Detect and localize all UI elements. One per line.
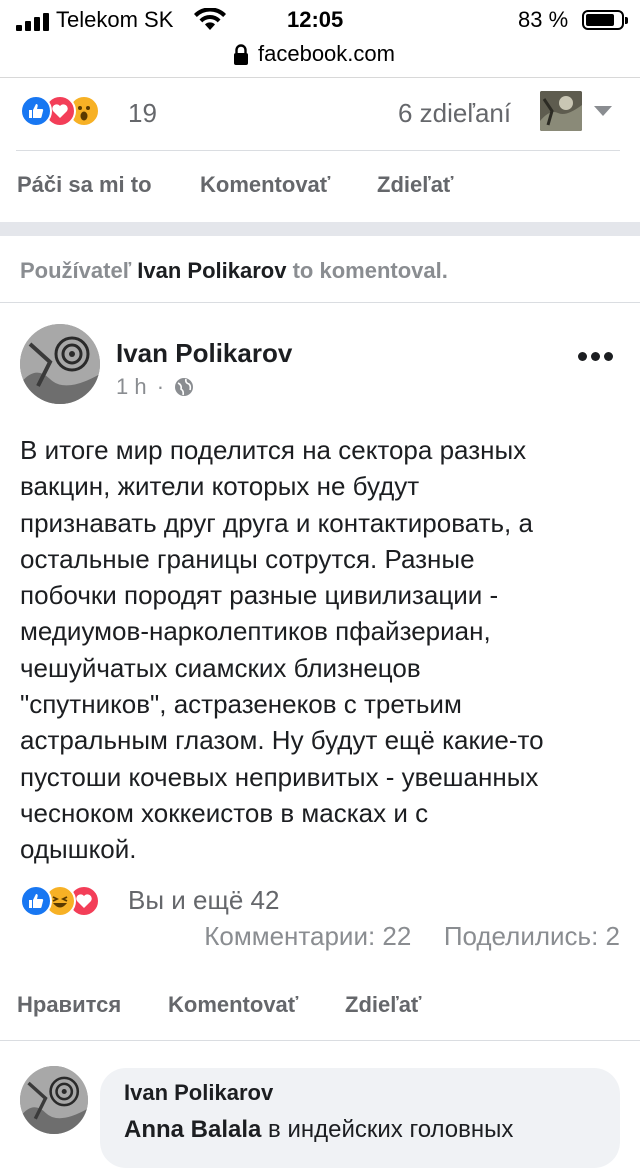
carrier-name: Telekom SK [56,7,174,32]
comment-body: в индейских головных [261,1116,514,1143]
wifi-icon [193,7,227,37]
avatar[interactable] [20,324,100,404]
reactions-summary[interactable]: Вы и ещё 42 [128,885,279,916]
post-line: "спутников", астразенеков с третьим [20,689,462,720]
divider [16,150,620,151]
like-reaction-icon [20,95,52,127]
post-stats: Комментарии: 22 Поделились: 2 [204,921,620,952]
post-line: астральным глазом. Ну будут ещё какие-то [20,725,544,756]
divider [0,302,640,303]
post-line: В итоге мир поделится на сектора разных [20,435,527,465]
post-line: чесноком хоккеистов в масках и с [20,797,429,828]
reaction-icons[interactable] [20,885,120,917]
profile-thumbnail[interactable] [540,91,582,131]
post-line: побочки породят разные цивилизации - [20,580,499,611]
activity-suffix: to komentoval. [292,258,448,283]
comment-text: Anna Balala в индейских головных [124,1116,513,1144]
comments-count[interactable]: Комментарии: 22 [204,921,411,951]
battery-percent: 83 % [518,7,569,32]
post-time[interactable]: 1 h [116,374,147,399]
like-button[interactable]: Páči sa mi to [17,172,152,198]
reaction-icons[interactable] [20,95,120,127]
like-reaction-icon [20,885,52,917]
comment-button[interactable]: Komentovať [168,992,298,1018]
comment-button[interactable]: Komentovať [200,172,330,198]
clock: 12:05 [287,7,344,32]
divider [0,1040,640,1041]
share-count[interactable]: 6 zdieľaní [398,98,511,129]
lock-icon [233,44,249,71]
signal-icon [16,13,50,31]
activity-prefix: Používateľ [20,258,132,283]
comment-avatar[interactable] [20,1066,88,1134]
shares-count[interactable]: Поделились: 2 [444,921,620,951]
activity-header: Používateľ Ivan Polikarov to komentoval. [20,258,448,284]
globe-icon [174,377,194,403]
share-button[interactable]: Zdieľať [377,172,453,198]
toolbar-divider [0,77,640,78]
post-line: чешуйчатых сиамских близнецов [20,652,421,683]
post-line: признавать друг друга и контактировать, … [20,507,533,538]
comment-author[interactable]: Ivan Polikarov [124,1080,273,1106]
post-meta: 1 h · [116,374,194,403]
chevron-down-icon[interactable] [594,106,612,116]
comment-mention[interactable]: Anna Balala [124,1116,261,1143]
post-line: медиумов-нарколептиков пфайзериан, [20,616,491,647]
more-options-icon[interactable] [578,352,614,364]
post-author[interactable]: Ivan Polikarov [116,338,292,369]
post-line: пустоши кочевых непривитых - увешанных [20,761,539,792]
activity-user-link[interactable]: Ivan Polikarov [137,258,286,283]
reaction-count[interactable]: 19 [128,98,157,129]
post-line: вакцин, жители которых не будут [20,471,420,502]
post-text: В итоге мир поделится на сектора разных … [20,432,625,868]
post-line: остальные границы сотрутся. Разные [20,543,475,574]
post-separator [0,222,640,236]
address-bar[interactable]: facebook.com [258,41,395,67]
status-bar: Telekom SK 12:05 83 % [0,0,640,40]
post-line: одышкой. [20,834,137,865]
share-button[interactable]: Zdieľať [345,992,421,1018]
like-button[interactable]: Нравится [17,992,121,1018]
battery-icon [582,10,628,30]
